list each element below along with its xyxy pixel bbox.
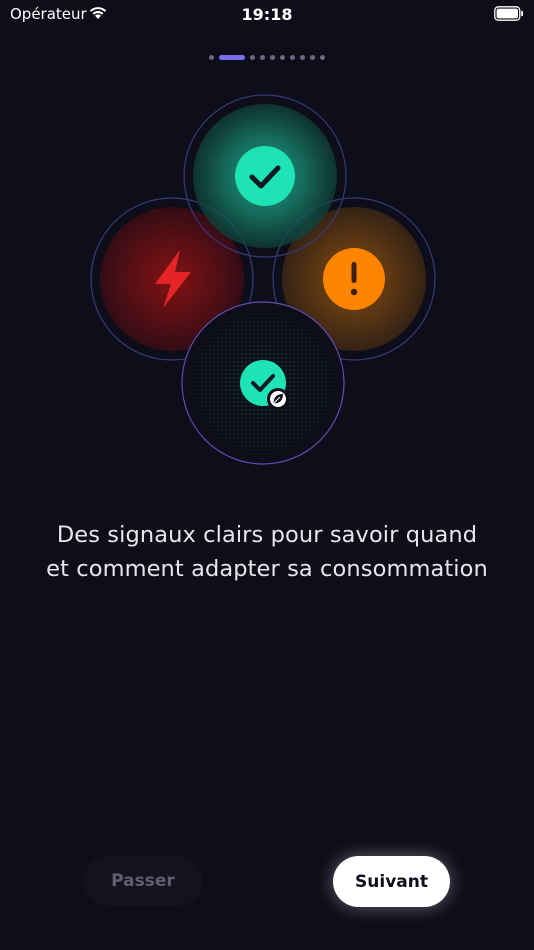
signals-illustration [90, 94, 436, 465]
onboarding-line-1: Des signaux clairs pour savoir quand [56, 522, 478, 548]
next-button[interactable]: Suivant [333, 856, 450, 907]
onboarding-message: Des signaux clairs pour savoir quand et … [27, 518, 507, 586]
skip-button[interactable]: Passer [84, 856, 202, 906]
checkmark-icon [235, 146, 295, 206]
exclamation-icon [323, 248, 385, 310]
onboarding-line-2: et comment adapter sa consommation [46, 556, 488, 582]
